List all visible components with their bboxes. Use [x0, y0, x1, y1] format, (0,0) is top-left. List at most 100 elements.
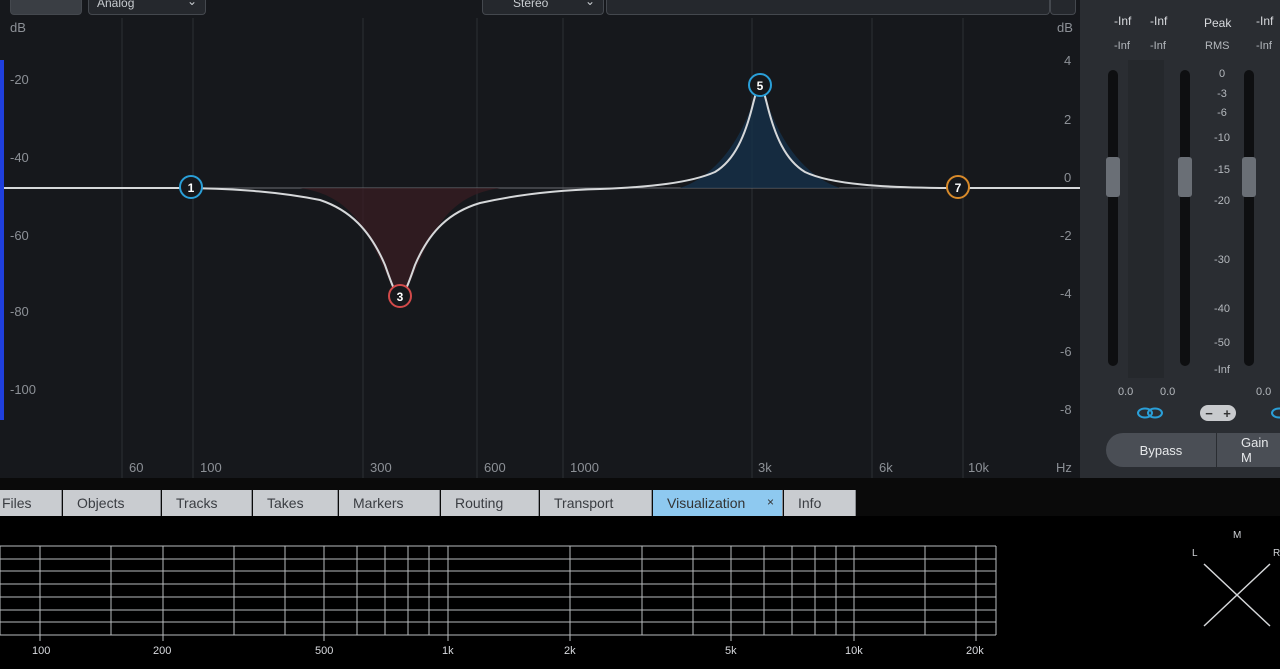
eq-node-5[interactable]: 5 [748, 73, 772, 97]
gain-fader-handle[interactable] [1242, 157, 1256, 197]
left-scale-label: -40 [10, 150, 29, 165]
meter-scale-label: -50 [1214, 337, 1230, 349]
minus-icon[interactable]: − [1205, 406, 1213, 421]
node-label: 1 [188, 181, 195, 195]
input-readout: 0.0 [1160, 386, 1176, 398]
tab-info[interactable]: Info [784, 490, 856, 516]
gain-match-button[interactable]: Gain M [1217, 433, 1280, 467]
freq-grid [121, 18, 964, 478]
freq-label: 1000 [570, 460, 599, 475]
spectrum-grid-lines [0, 545, 997, 641]
meter-scale-label: -10 [1214, 132, 1230, 144]
left-scale-label: -80 [10, 304, 29, 319]
chevron-down-icon: ⌄ [584, 0, 595, 8]
eq-node-1[interactable]: 1 [179, 175, 203, 199]
meter-scale-label: 0 [1218, 68, 1226, 80]
spectrum-freq-label: 10k [845, 645, 863, 657]
tab-routing[interactable]: Routing [441, 490, 539, 516]
peak-readout: -Inf [1150, 14, 1168, 28]
peak-label: Peak [1204, 16, 1232, 30]
hz-label: Hz [1056, 460, 1072, 475]
goniometer-right-label: R [1273, 548, 1280, 559]
tab-tracks[interactable]: Tracks [162, 490, 252, 516]
goniometer-mid-label: M [1233, 530, 1242, 541]
plus-icon[interactable]: + [1223, 406, 1231, 421]
meter-scale-label: -20 [1214, 195, 1230, 207]
rms-readout: -Inf [1256, 40, 1272, 52]
left-scale-label: -60 [10, 228, 29, 243]
right-scale-label: -8 [1060, 402, 1072, 417]
goniometer-left-label: L [1192, 548, 1198, 559]
meter-scale-label: -3 [1217, 88, 1227, 100]
meter-scale-label: -40 [1214, 303, 1230, 315]
tab-visualization[interactable]: Visualization × [653, 490, 783, 516]
freq-label: 6k [879, 460, 893, 475]
eq-graph[interactable]: 1 3 5 7 [0, 0, 1080, 478]
tab-files[interactable]: Files [0, 490, 62, 516]
model-dropdown[interactable]: Analog ⌄ [88, 0, 206, 15]
freq-label: 600 [484, 460, 506, 475]
left-scale-label: -20 [10, 72, 29, 87]
meter-scale-label: -15 [1214, 164, 1230, 176]
spectrum-freq-label: 2k [564, 645, 576, 657]
node-label: 3 [397, 290, 404, 304]
input-fader-handle[interactable] [1106, 157, 1120, 197]
freq-label: 60 [129, 460, 144, 475]
spectrum-freq-label: 1k [442, 645, 454, 657]
peak-readout: -Inf [1256, 14, 1274, 28]
peak-readout: -Inf [1114, 14, 1132, 28]
boost-fill [680, 85, 840, 188]
phone-icon[interactable] [1050, 0, 1076, 15]
channel-dropdown-value: Stereo [513, 0, 549, 10]
spectrum-freq-label: 100 [32, 645, 51, 657]
visualization-panel: 100 200 500 1k 2k 5k 10k 20k M L R [0, 516, 1280, 669]
output-fader-handle[interactable] [1178, 157, 1192, 197]
gain-step-control[interactable]: − + [1200, 405, 1236, 421]
tab-takes[interactable]: Takes [253, 490, 338, 516]
right-scale-label: 2 [1064, 112, 1072, 127]
meter-scale-label: -6 [1217, 107, 1227, 119]
right-scale-label: -2 [1060, 228, 1072, 243]
node-label: 7 [955, 181, 962, 195]
db-label-left: dB [10, 20, 26, 35]
meter-scale-label: -Inf [1214, 364, 1230, 376]
meter-scale-label: -30 [1214, 254, 1230, 266]
tab-transport[interactable]: Transport [540, 490, 652, 516]
eq-node-3[interactable]: 3 [388, 284, 412, 308]
channel-dropdown[interactable]: Stereo ⌄ [482, 0, 604, 15]
eq-curve [4, 83, 1080, 298]
spectrum-freq-label: 500 [315, 645, 334, 657]
eq-node-7[interactable]: 7 [946, 175, 970, 199]
right-scale-label: -6 [1060, 344, 1072, 359]
input-level-meter [1128, 60, 1164, 378]
tab-objects[interactable]: Objects [63, 490, 161, 516]
db-label-right: dB [1057, 20, 1073, 35]
model-dropdown-value: Analog [97, 0, 135, 10]
eq-graph-panel[interactable]: 1 3 5 7 Analog ⌄ Stereo ⌄ dB dB -20 -40 … [0, 0, 1080, 478]
spectrum-freq-label: 5k [725, 645, 737, 657]
bypass-button[interactable]: Bypass [1106, 433, 1216, 467]
tab-visualization-label: Visualization [667, 495, 746, 511]
view-toggle-group[interactable] [10, 0, 82, 15]
freq-label: 3k [758, 460, 772, 475]
tab-markers[interactable]: Markers [339, 490, 440, 516]
info-field [606, 0, 1050, 15]
spectrum-freq-label: 20k [966, 645, 984, 657]
input-fader[interactable] [1108, 70, 1118, 366]
goniometer [1203, 563, 1271, 627]
node-label: 5 [757, 79, 764, 93]
link-icon[interactable] [1136, 405, 1164, 421]
freq-label: 10k [968, 460, 989, 475]
freq-label: 100 [200, 460, 222, 475]
output-fader[interactable] [1180, 70, 1190, 366]
freq-label: 300 [370, 460, 392, 475]
close-icon[interactable]: × [767, 495, 774, 509]
rms-readout: -Inf [1114, 40, 1130, 52]
right-scale-label: 0 [1064, 170, 1072, 185]
rms-readout: -Inf [1150, 40, 1166, 52]
gain-readout: 0.0 [1256, 386, 1272, 398]
left-scale-label: -100 [10, 382, 37, 397]
rms-label: RMS [1205, 40, 1230, 52]
gain-fader[interactable] [1244, 70, 1254, 366]
link-icon[interactable] [1270, 405, 1280, 421]
